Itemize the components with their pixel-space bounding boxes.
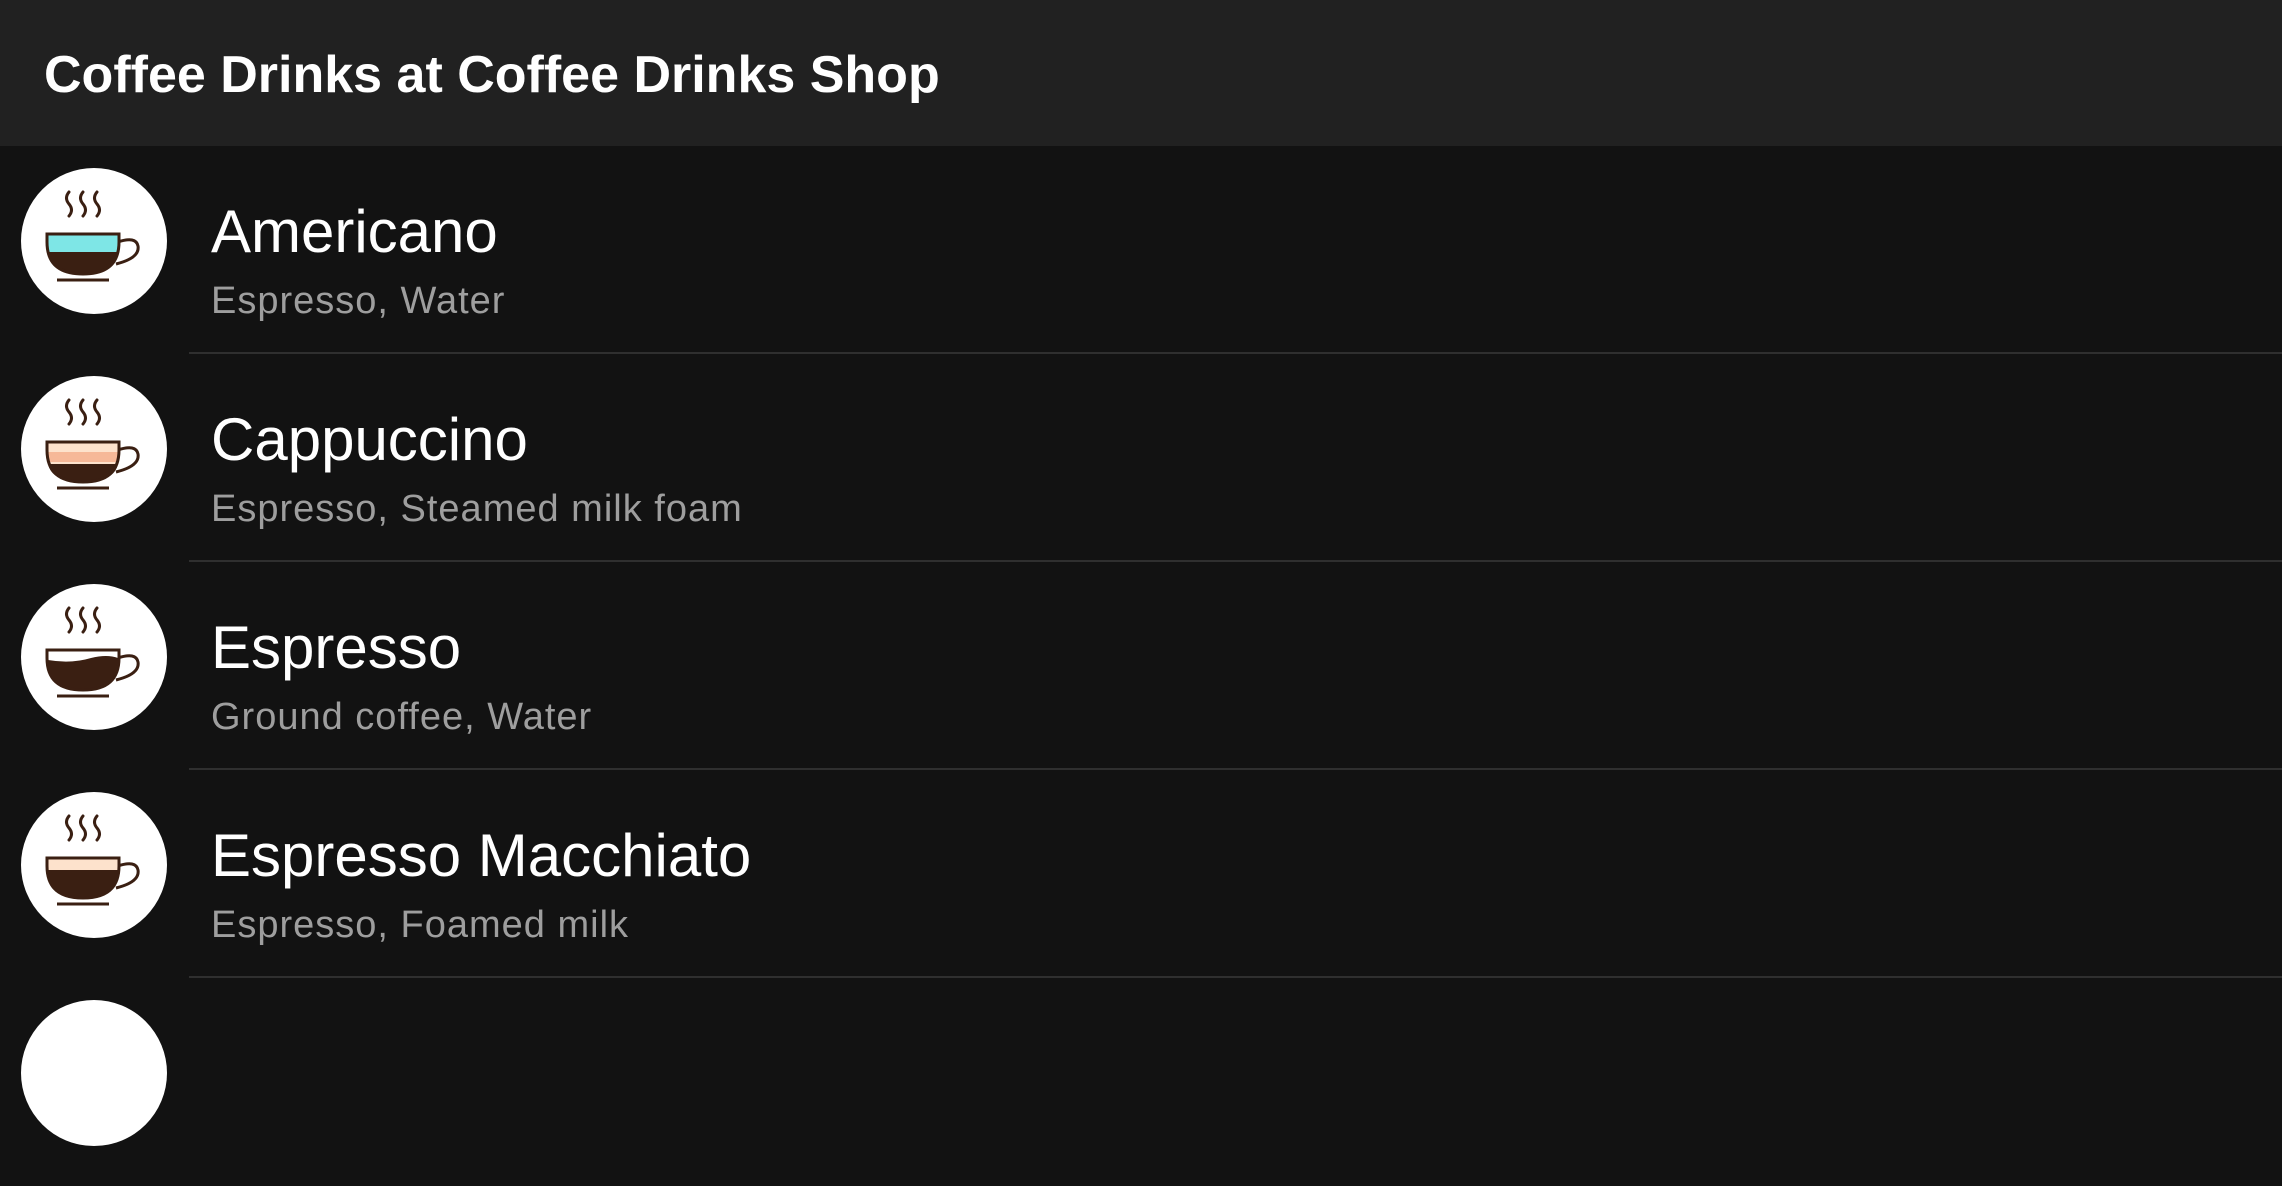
avatar	[21, 1000, 167, 1146]
coffee-cup-icon	[45, 398, 140, 490]
list-item-espresso[interactable]: Espresso Ground coffee, Water	[0, 562, 2282, 770]
item-subtitle: Espresso, Steamed milk foam	[211, 488, 743, 530]
page-title: Coffee Drinks at Coffee Drinks Shop	[44, 46, 940, 104]
item-title: Espresso Macchiato	[211, 822, 752, 889]
item-subtitle: Espresso, Foamed milk	[211, 904, 630, 946]
item-title: Cappuccino	[211, 406, 528, 473]
item-title: Espresso	[211, 614, 462, 681]
item-subtitle: Ground coffee, Water	[211, 696, 593, 738]
coffee-cup-icon	[45, 814, 140, 906]
list-item-cappuccino[interactable]: Cappuccino Espresso, Steamed milk foam	[0, 354, 2282, 562]
item-subtitle: Espresso, Water	[211, 280, 506, 322]
list-item-espresso-macchiato[interactable]: Espresso Macchiato Espresso, Foamed milk	[0, 770, 2282, 978]
coffee-cup-icon	[45, 606, 140, 698]
coffee-cup-icon	[45, 190, 140, 282]
app-bar: Coffee Drinks at Coffee Drinks Shop	[0, 0, 2282, 146]
item-title: Americano	[211, 198, 498, 265]
avatar	[21, 168, 167, 314]
list-item-partial[interactable]	[0, 978, 2282, 1186]
avatar	[21, 792, 167, 938]
avatar	[21, 584, 167, 730]
list-item-americano[interactable]: Americano Espresso, Water	[0, 146, 2282, 354]
avatar	[21, 376, 167, 522]
